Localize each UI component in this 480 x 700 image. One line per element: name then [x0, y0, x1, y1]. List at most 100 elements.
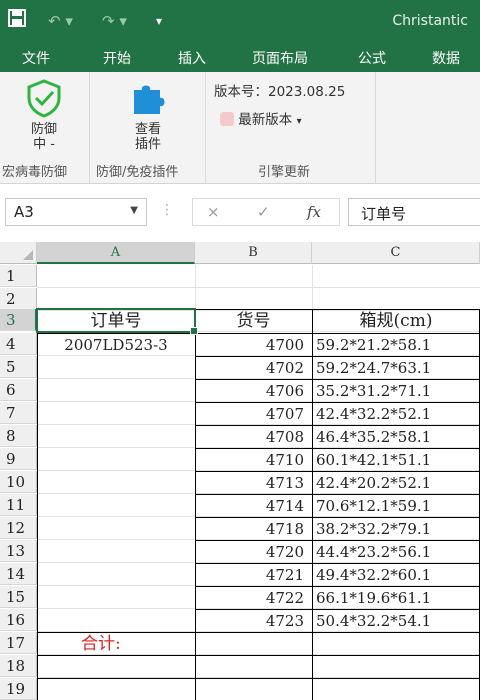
menu-bar: 文件 开始 插入 页面布局 公式 数据	[0, 42, 480, 72]
row-header-11[interactable]: 11	[0, 494, 37, 516]
row-header-12[interactable]: 12	[0, 517, 37, 539]
row-header-17[interactable]: 17	[0, 632, 37, 654]
group-defend-immune-plugin: 查看 插件 防御/免疫插件	[90, 72, 206, 184]
cell-carton-spec[interactable]: 59.2*24.7*63.1	[316, 357, 476, 379]
group-label-defend-immune: 防御/免疫插件	[96, 165, 179, 180]
row-header-8[interactable]: 8	[0, 425, 37, 447]
cell-a4-order-no[interactable]: 2007LD523-3	[39, 334, 193, 356]
row-header-10[interactable]: 10	[0, 471, 37, 493]
formula-input[interactable]: 订单号	[348, 198, 480, 226]
cell-carton-spec[interactable]: 42.4*32.2*52.1	[316, 403, 476, 425]
row-header-7[interactable]: 7	[0, 402, 37, 424]
cell-item-no[interactable]: 4702	[197, 357, 304, 379]
row-header-15[interactable]: 15	[0, 586, 37, 608]
cell-carton-spec[interactable]: 38.2*32.2*79.1	[316, 518, 476, 540]
table-border	[37, 309, 38, 700]
tab-file[interactable]: 文件	[22, 48, 50, 68]
formula-controls: × ✓ fx	[192, 198, 340, 226]
cell-carton-spec[interactable]: 66.1*19.6*61.1	[316, 587, 476, 609]
undo-icon[interactable]: ↶ ▾	[48, 9, 73, 33]
select-all-corner[interactable]	[0, 242, 37, 264]
view-plugin-label2: 插件	[134, 137, 161, 152]
cell-carton-spec[interactable]: 59.2*21.2*58.1	[316, 334, 476, 356]
view-plugin-label1: 查看	[134, 122, 161, 137]
tab-home[interactable]: 开始	[103, 48, 131, 68]
latest-version-button[interactable]: 最新版本 ▾	[220, 108, 302, 128]
cell-b3-item-no-header[interactable]: 货号	[197, 310, 310, 332]
row-header-14[interactable]: 14	[0, 563, 37, 585]
defend-button[interactable]: 防御 中 -	[18, 78, 70, 152]
tab-formulas[interactable]: 公式	[358, 48, 386, 68]
puzzle-piece-icon	[126, 85, 170, 122]
selected-cell-outline	[36, 308, 198, 335]
cell-item-no[interactable]: 4706	[197, 380, 304, 402]
formula-bar-splitter[interactable]: ⋮	[160, 202, 174, 218]
cell-carton-spec[interactable]: 46.4*35.2*58.1	[316, 426, 476, 448]
shield-check-icon	[24, 79, 64, 122]
cell-item-no[interactable]: 4721	[197, 564, 304, 586]
name-box-value: A3	[14, 203, 34, 221]
tab-page-layout[interactable]: 页面布局	[252, 48, 308, 68]
tab-data[interactable]: 数据	[432, 48, 460, 68]
cell-c3-carton-spec-header[interactable]: 箱规(cm)	[314, 310, 478, 332]
cell-item-no[interactable]: 4720	[197, 541, 304, 563]
cell-carton-spec[interactable]: 70.6*12.1*59.1	[316, 495, 476, 517]
row-header-6[interactable]: 6	[0, 379, 37, 401]
update-icon	[220, 112, 234, 126]
cell-carton-spec[interactable]: 60.1*42.1*51.1	[316, 449, 476, 471]
enter-icon[interactable]: ✓	[257, 203, 270, 221]
cell-item-no[interactable]: 4710	[197, 449, 304, 471]
row-header-13[interactable]: 13	[0, 540, 37, 562]
cell-carton-spec[interactable]: 44.4*23.2*56.1	[316, 541, 476, 563]
cell-item-no[interactable]: 4718	[197, 518, 304, 540]
cell-item-no[interactable]: 4700	[197, 334, 304, 356]
row-header-1[interactable]: 1	[0, 265, 37, 287]
row-header-19[interactable]: 19	[0, 678, 37, 700]
cell-carton-spec[interactable]: 42.4*20.2*52.1	[316, 472, 476, 494]
cell-carton-spec[interactable]: 49.4*32.2*60.1	[316, 564, 476, 586]
table-border	[37, 655, 480, 656]
cell-item-no[interactable]: 4713	[197, 472, 304, 494]
row-header-4[interactable]: 4	[0, 333, 37, 355]
cell-item-no[interactable]: 4707	[197, 403, 304, 425]
cancel-icon[interactable]: ×	[207, 203, 220, 221]
row-header-5[interactable]: 5	[0, 356, 37, 378]
row-header-18[interactable]: 18	[0, 655, 37, 677]
chevron-down-icon[interactable]: ▼	[130, 205, 138, 216]
cell-item-no[interactable]: 4714	[197, 495, 304, 517]
defend-status: 中 -	[33, 137, 55, 152]
row-header-9[interactable]: 9	[0, 448, 37, 470]
row-header-16[interactable]: 16	[0, 609, 37, 631]
group-label-macro-virus: 宏病毒防御	[2, 165, 68, 180]
cell-carton-spec[interactable]: 35.2*31.2*71.1	[316, 380, 476, 402]
tab-insert[interactable]: 插入	[178, 48, 206, 68]
formula-bar: A3 ▼ ⋮ × ✓ fx 订单号	[0, 184, 480, 240]
column-header-a[interactable]: A	[37, 242, 195, 264]
latest-version-label: 最新版本	[238, 112, 293, 128]
insert-function-icon[interactable]: fx	[307, 203, 321, 221]
column-header-c[interactable]: C	[312, 242, 480, 264]
cell-item-no[interactable]: 4722	[197, 587, 304, 609]
cell-carton-spec[interactable]: 50.4*32.2*54.1	[316, 610, 476, 632]
view-plugin-button[interactable]: 查看 插件	[120, 80, 176, 152]
gridline	[37, 287, 480, 288]
name-box[interactable]: A3 ▼	[5, 198, 147, 226]
group-label-engine-update: 引擎更新	[258, 165, 311, 180]
customize-qat-icon[interactable]: ▾	[156, 9, 162, 33]
defend-label: 防御	[30, 122, 57, 137]
worksheet-grid[interactable]: A B C 1234567891011121314151617181920订单号…	[0, 240, 480, 700]
table-border	[37, 678, 480, 679]
group-macro-virus-defense: 防御 中 - 宏病毒防御	[0, 72, 90, 184]
group-engine-update: 版本号：2023.08.25 最新版本 ▾ 引擎更新	[206, 72, 376, 184]
redo-icon[interactable]: ↷ ▾	[102, 9, 127, 33]
table-border	[312, 309, 313, 700]
cell-item-no[interactable]: 4723	[197, 610, 304, 632]
chevron-down-icon: ▾	[296, 116, 302, 127]
column-header-b[interactable]: B	[195, 242, 312, 264]
cell-item-no[interactable]: 4708	[197, 426, 304, 448]
cell-a17-total-label[interactable]: 合计:	[81, 633, 191, 655]
row-header-2[interactable]: 2	[0, 288, 37, 310]
ribbon: 防御 中 - 宏病毒防御 查看 插件 防御/免疫插件 版本号：2023.08.2…	[0, 72, 480, 184]
row-header-3[interactable]: 3	[0, 309, 37, 331]
save-icon[interactable]	[8, 9, 26, 33]
